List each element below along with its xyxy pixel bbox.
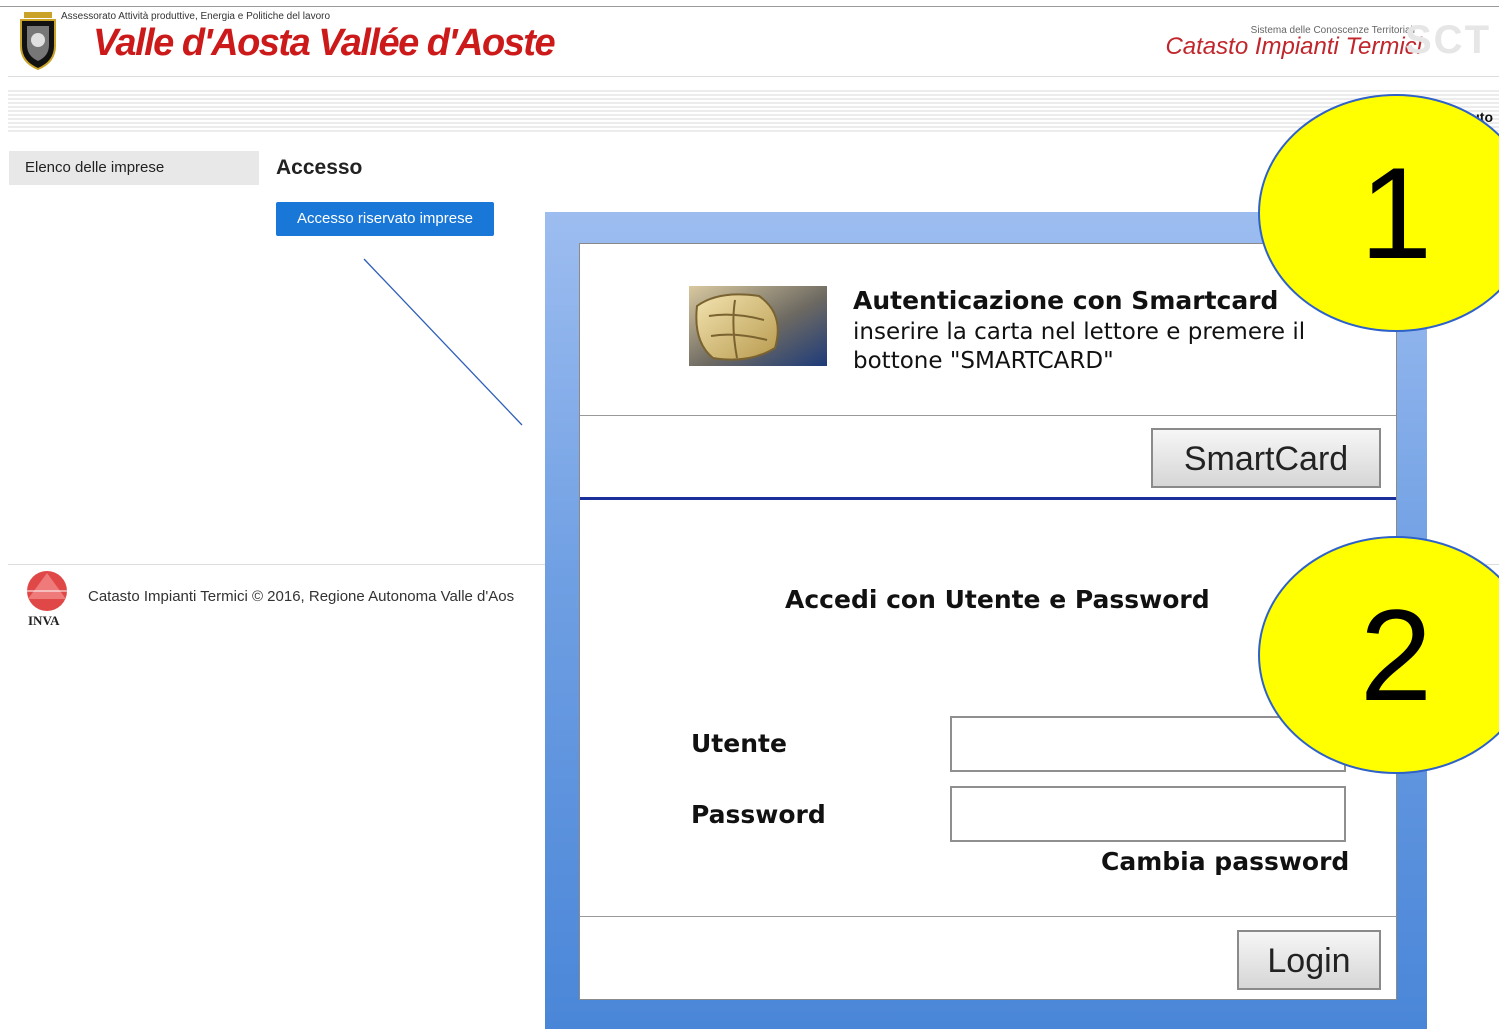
header-top-line [0, 6, 1499, 7]
inva-label: INVA [28, 613, 60, 628]
page-title: Accesso [276, 156, 363, 179]
smartcard-instructions: inserire la carta nel lettore e premere … [853, 319, 1306, 374]
inva-logo-icon [27, 571, 67, 611]
smartcard-separator [580, 415, 1396, 416]
password-input[interactable] [950, 786, 1346, 842]
sct-logo: SCT [1405, 18, 1491, 62]
sidebar-item-elenco-imprese[interactable]: Elenco delle imprese [9, 151, 259, 185]
footer-copyright: Catasto Impianti Termici © 2016, Regione… [88, 588, 515, 605]
password-label: Password [691, 800, 826, 829]
footer-separator [8, 564, 548, 565]
login-separator [580, 916, 1396, 917]
access-reserved-button[interactable]: Accesso riservato imprese [276, 202, 494, 236]
smartcard-chip-icon [689, 286, 827, 366]
userpass-title: Accedi con Utente e Password [785, 585, 1210, 614]
login-button[interactable]: Login [1237, 930, 1381, 990]
section-divider [580, 497, 1396, 500]
smartcard-button[interactable]: SmartCard [1151, 428, 1381, 488]
user-label: Utente [691, 729, 787, 758]
regional-crest-logo [20, 12, 56, 70]
smartcard-title: Autenticazione con Smartcard [853, 286, 1279, 315]
navigation-bar [8, 90, 1499, 132]
department-name: Assessorato Attività produttive, Energia… [61, 11, 331, 22]
region-logo-text[interactable]: Valle d'Aosta Vallée d'Aoste [93, 22, 556, 65]
header-separator [8, 76, 1499, 77]
sct-title: Catasto Impianti Termici [1165, 33, 1422, 60]
change-password-link[interactable]: Cambia password [1101, 847, 1349, 876]
